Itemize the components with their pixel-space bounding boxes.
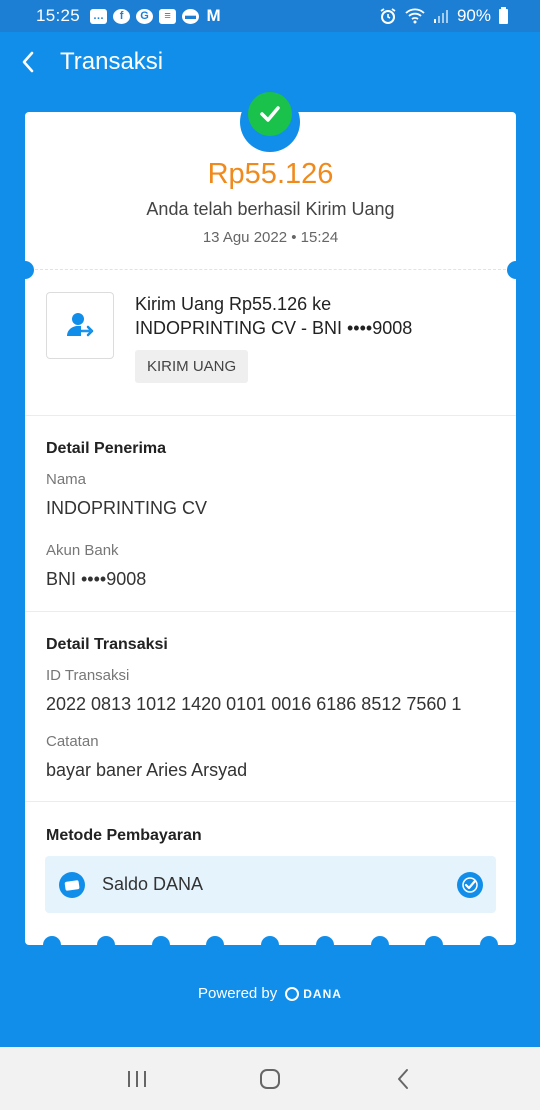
wallet-icon bbox=[59, 871, 85, 898]
amount: Rp55.126 bbox=[207, 158, 334, 190]
description-line-2: INDOPRINTING CV - BNI ••••9008 bbox=[135, 318, 413, 338]
perforation-line bbox=[35, 269, 506, 270]
battery-icon bbox=[499, 6, 508, 24]
home-button[interactable] bbox=[240, 1054, 300, 1104]
payment-section-title: Metode Pembayaran bbox=[46, 827, 202, 844]
facebook-icon: f bbox=[113, 8, 131, 24]
g-icon: G bbox=[136, 8, 154, 24]
alarm-icon bbox=[380, 8, 396, 24]
bank-account-label: Akun Bank bbox=[46, 542, 119, 559]
perforation-dot bbox=[261, 936, 279, 954]
system-back-button[interactable] bbox=[373, 1054, 433, 1104]
battery-level: 90% bbox=[456, 6, 491, 25]
divider bbox=[25, 801, 516, 802]
left-notch bbox=[16, 261, 34, 279]
recents-icon bbox=[127, 1070, 146, 1087]
perforation-dot bbox=[97, 936, 115, 954]
dana-mark-icon bbox=[285, 986, 300, 1001]
status-time: 15:25 bbox=[36, 6, 81, 25]
gmail-icon: M bbox=[206, 6, 221, 25]
home-icon bbox=[259, 1068, 280, 1089]
send-money-icon bbox=[67, 312, 94, 336]
perforation-dot bbox=[480, 936, 498, 954]
payment-method-label: Saldo DANA bbox=[102, 874, 204, 894]
dana-brand: DANA bbox=[303, 986, 342, 1001]
perforation-dot bbox=[316, 936, 334, 954]
transaction-type-badge: KIRIM UANG bbox=[135, 350, 249, 383]
transaction-id-value: 2022 0813 1012 1420 0101 0016 6186 8512 … bbox=[46, 694, 462, 714]
notification-icons: … f G ≡ ▬ M bbox=[90, 6, 222, 25]
note-value: bayar baner Aries Arsyad bbox=[46, 760, 248, 780]
news-icon: ≡ bbox=[159, 8, 177, 24]
bank-account-value: BNI ••••9008 bbox=[46, 569, 147, 589]
chevron-left-icon bbox=[398, 1068, 409, 1089]
name-label: Nama bbox=[46, 471, 87, 488]
powered-by-label: Powered by bbox=[198, 985, 278, 1002]
back-button[interactable] bbox=[0, 32, 56, 92]
transaction-timestamp: 13 Agu 2022 • 15:24 bbox=[202, 229, 339, 246]
transaction-section-title: Detail Transaksi bbox=[46, 636, 168, 653]
name-value: INDOPRINTING CV bbox=[46, 498, 208, 518]
message-icon: … bbox=[90, 8, 108, 24]
chat-icon: ▬ bbox=[182, 8, 200, 24]
dana-logo: DANA bbox=[285, 986, 342, 1001]
wifi-icon bbox=[405, 8, 425, 24]
note-label: Catatan bbox=[46, 733, 99, 750]
recipient-section-title: Detail Penerima bbox=[46, 440, 167, 457]
send-money-icon-box bbox=[46, 292, 114, 359]
status-bar: 15:25 … f G ≡ ▬ M 90% bbox=[0, 0, 540, 32]
perforation-dot bbox=[371, 936, 389, 954]
recent-apps-button[interactable] bbox=[107, 1054, 167, 1104]
divider bbox=[25, 611, 516, 612]
divider bbox=[25, 415, 516, 416]
perforation-dot bbox=[425, 936, 443, 954]
success-check-icon bbox=[248, 92, 292, 136]
page-title: Transaksi bbox=[60, 48, 164, 75]
payment-method-option[interactable]: Saldo DANA bbox=[45, 856, 496, 913]
transaction-id-label: ID Transaksi bbox=[46, 667, 130, 684]
success-message: Anda telah berhasil Kirim Uang bbox=[146, 199, 395, 219]
perforation-dot bbox=[152, 936, 170, 954]
perforation-dot bbox=[43, 936, 61, 954]
system-icons: 90% bbox=[379, 6, 508, 26]
receipt-card: Rp55.126 Anda telah berhasil Kirim Uang … bbox=[16, 92, 525, 954]
transaction-description: Kirim Uang Rp55.126 ke INDOPRINTING CV -… bbox=[135, 292, 495, 340]
description-line-1: Kirim Uang Rp55.126 ke bbox=[135, 294, 332, 314]
right-notch bbox=[507, 261, 525, 279]
system-navigation-bar bbox=[0, 1047, 540, 1110]
powered-by: Powered by DANA bbox=[0, 985, 540, 1002]
arrow-left-icon bbox=[22, 51, 34, 73]
app-header: Transaksi bbox=[0, 32, 540, 92]
signal-icon bbox=[433, 9, 448, 23]
perforation-dot bbox=[206, 936, 224, 954]
check-icon bbox=[457, 871, 483, 898]
